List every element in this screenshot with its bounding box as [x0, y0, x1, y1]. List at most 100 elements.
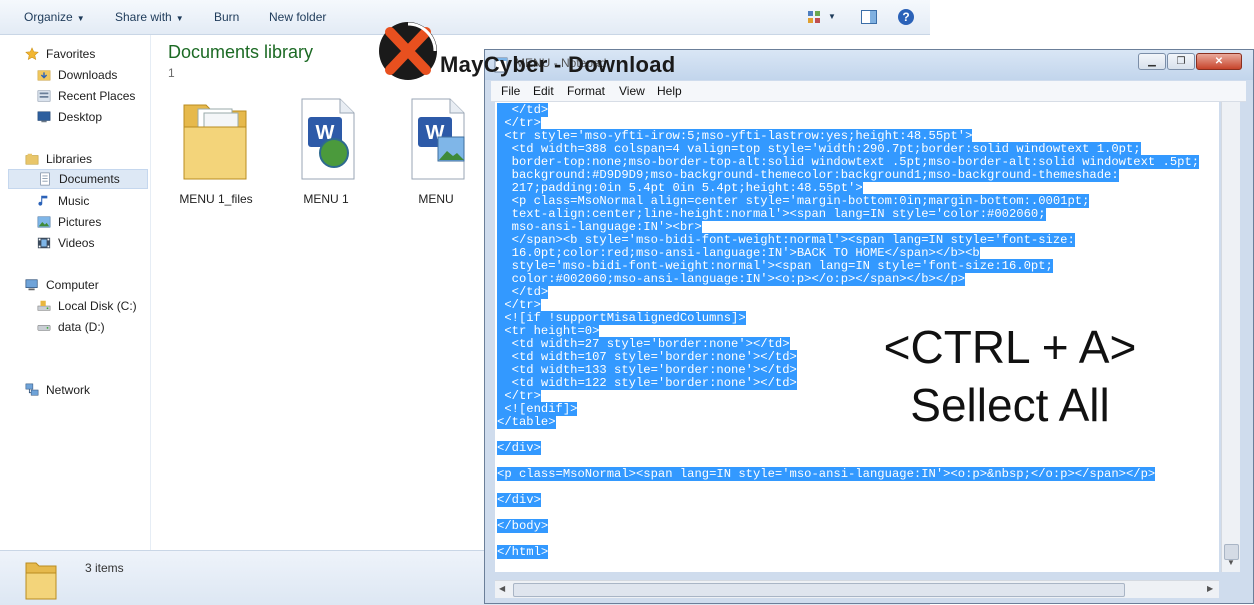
items-count: 3 items — [85, 561, 124, 575]
new-folder-button[interactable]: New folder — [269, 10, 326, 24]
code-line: </body> — [497, 519, 1219, 533]
maximize-button[interactable]: ❐ — [1167, 53, 1195, 70]
nav-music-label: Music — [58, 194, 90, 208]
help-icon[interactable]: ? — [897, 8, 915, 26]
selected-text: <![endif]> — [497, 402, 578, 416]
selected-text: </tr> — [497, 389, 541, 403]
menu-view[interactable]: View — [619, 84, 645, 98]
selected-text: </html> — [497, 545, 549, 559]
menu-file[interactable]: File — [501, 84, 520, 98]
nav-network[interactable]: Network — [24, 381, 90, 399]
computer-icon — [25, 279, 38, 291]
nav-downloads[interactable]: Downloads — [36, 66, 117, 84]
file-item[interactable]: MENU 1_files — [171, 93, 261, 206]
selected-text: <tr style='mso-yfti-irow:5;mso-yfti-last… — [497, 129, 973, 143]
notepad-menu-bar: File Edit Format View Help — [491, 81, 1246, 102]
documents-icon — [40, 172, 50, 186]
horizontal-scrollbar[interactable]: ◀ ▶ — [495, 580, 1219, 598]
watermark-text: MayCyber - Download — [440, 52, 676, 77]
minimize-button[interactable]: ▁ — [1138, 53, 1166, 70]
file-name: MENU 1_files — [179, 192, 253, 206]
scroll-down-icon[interactable]: ▼ — [1227, 558, 1235, 567]
scroll-left-icon[interactable]: ◀ — [499, 584, 505, 593]
nav-libraries[interactable]: Libraries — [24, 150, 92, 168]
code-line: </td> — [497, 285, 1219, 299]
drive-icon — [37, 324, 51, 331]
nav-local-disk[interactable]: Local Disk (C:) — [36, 297, 137, 315]
selected-text: <tr height=0> — [497, 324, 600, 338]
code-line: </div> — [497, 441, 1219, 455]
nav-music[interactable]: Music — [36, 192, 89, 210]
recent-places-icon — [37, 90, 51, 102]
nav-pictures[interactable]: Pictures — [36, 213, 101, 231]
selected-text: <td width=388 colspan=4 valign=top style… — [497, 142, 1141, 156]
preview-pane-icon[interactable] — [860, 8, 878, 26]
pictures-icon — [37, 216, 51, 228]
star-icon — [25, 47, 39, 60]
nav-local-disk-label: Local Disk (C:) — [58, 299, 137, 313]
change-view-icon[interactable] — [806, 8, 824, 26]
selected-text: </table> — [497, 415, 556, 429]
network-icon — [25, 383, 39, 396]
code-line: </html> — [497, 545, 1219, 559]
selected-text: <td width=122 style='border:none'></td> — [497, 376, 797, 390]
nav-documents[interactable]: Documents — [8, 169, 148, 189]
selected-text: <p class=MsoNormal align=center style='m… — [497, 194, 1090, 208]
nav-recent-places[interactable]: Recent Places — [36, 87, 135, 105]
selected-text: <p class=MsoNormal><span lang=IN style='… — [497, 467, 1156, 481]
file-item[interactable]: W MENU 1 — [281, 93, 371, 206]
nav-data-drive[interactable]: data (D:) — [36, 318, 105, 336]
horizontal-scroll-thumb[interactable] — [513, 583, 1125, 597]
annotation-shortcut: <CTRL + A> — [883, 321, 1137, 373]
close-button[interactable]: ✕ — [1196, 53, 1242, 70]
selected-text: color:#002060;mso-ansi-language:IN'><o:p… — [497, 272, 966, 286]
selected-text: </span><b style='mso-bidi-font-weight:no… — [497, 233, 1075, 247]
organize-button[interactable]: Organize ▼ — [24, 10, 85, 24]
selected-text: 16.0pt;color:red;mso-ansi-language:IN'>B… — [497, 246, 980, 260]
share-with-label: Share with — [115, 10, 172, 24]
chevron-down-icon: ▼ — [175, 14, 184, 23]
share-with-button[interactable]: Share with ▼ — [115, 10, 184, 24]
code-line: </td> — [497, 103, 1219, 117]
explorer-toolbar: Organize ▼ Share with ▼ Burn New folder ▼ … — [0, 0, 930, 35]
nav-videos[interactable]: Videos — [36, 234, 94, 252]
burn-button[interactable]: Burn — [214, 10, 239, 24]
selected-text: border-top:none;mso-border-top-alt:solid… — [497, 155, 1200, 169]
nav-videos-label: Videos — [58, 236, 95, 250]
nav-favorites-label: Favorites — [46, 47, 96, 61]
library-subtitle: 1 — [168, 66, 175, 80]
selected-text: </tr> — [497, 298, 541, 312]
selected-text: </tr> — [497, 116, 541, 130]
svg-text:?: ? — [902, 10, 909, 24]
word-document-icon: W — [301, 98, 355, 180]
vertical-scrollbar[interactable]: ▼ — [1221, 102, 1240, 572]
menu-edit[interactable]: Edit — [533, 84, 554, 98]
word-document-icon: W — [411, 98, 465, 180]
nav-computer[interactable]: Computer — [24, 276, 99, 294]
downloads-folder-icon — [37, 70, 51, 81]
nav-pictures-label: Pictures — [58, 215, 102, 229]
nav-documents-label: Documents — [59, 172, 120, 186]
nav-desktop[interactable]: Desktop — [36, 108, 102, 126]
selected-text: mso-ansi-language:IN'><br> — [497, 220, 702, 234]
selected-text: background:#D9D9D9;mso-background-themec… — [497, 168, 1119, 182]
nav-desktop-label: Desktop — [58, 110, 103, 124]
chevron-down-icon[interactable]: ▼ — [828, 12, 836, 21]
scroll-right-icon[interactable]: ▶ — [1207, 584, 1213, 593]
menu-format[interactable]: Format — [567, 84, 605, 98]
selected-text: </td> — [497, 285, 549, 299]
libraries-icon — [25, 153, 39, 165]
file-name: MENU — [418, 192, 454, 206]
nav-libraries-label: Libraries — [46, 152, 93, 166]
nav-network-label: Network — [46, 383, 91, 397]
organize-label: Organize — [24, 10, 73, 24]
selected-text: <td width=107 style='border:none'></td> — [497, 350, 797, 364]
file-item[interactable]: W MENU — [391, 93, 481, 206]
selected-text: <![if !supportMisalignedColumns]> — [497, 311, 746, 325]
file-name: MENU 1 — [303, 192, 349, 206]
menu-help[interactable]: Help — [657, 84, 682, 98]
nav-data-drive-label: data (D:) — [58, 320, 105, 334]
nav-favorites[interactable]: Favorites — [24, 45, 95, 63]
